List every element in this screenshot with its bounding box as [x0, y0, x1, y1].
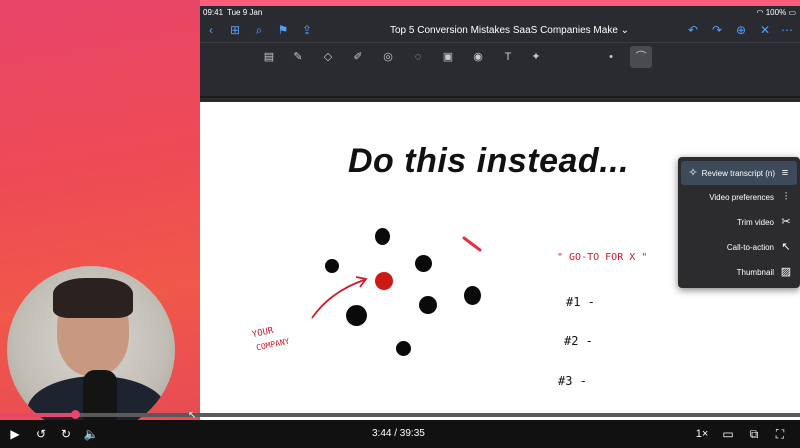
selected-stroke-button[interactable]: ⌒: [630, 46, 652, 68]
menu-item-label: Call-to-action: [726, 243, 774, 252]
undo-icon[interactable]: ↶: [686, 23, 700, 37]
competitor-dot: [396, 341, 411, 356]
status-time: 09:41: [203, 8, 224, 17]
image-icon: ▨: [780, 266, 792, 278]
your-label-line1: YOUR: [251, 325, 275, 341]
competitor-dot: [415, 255, 432, 272]
back-icon[interactable]: ‹: [204, 23, 218, 37]
share-icon[interactable]: ⇪: [300, 23, 314, 37]
menu-item-trim-video[interactable]: Trim video ✂: [678, 210, 800, 234]
lines-icon: ≡: [781, 167, 789, 179]
reader-icon[interactable]: ▤: [261, 49, 277, 65]
text-tool-icon[interactable]: T: [500, 49, 516, 65]
highlighter-icon[interactable]: ✐: [350, 49, 366, 65]
menu-item-review-transcript[interactable]: ✧ Review transcript (n) ≡: [681, 161, 797, 185]
laser-stroke: [462, 236, 482, 252]
presenter-hair: [53, 278, 133, 318]
rewind-5-icon[interactable]: ↺: [32, 425, 50, 443]
status-bar: 09:41 Tue 9 Jan ◠ 100% ▭: [200, 6, 800, 20]
pen-size-dot-icon[interactable]: •: [603, 49, 619, 65]
forward-5-icon[interactable]: ↻: [57, 425, 75, 443]
document-title[interactable]: Top 5 Conversion Mistakes SaaS Companies…: [390, 25, 629, 36]
search-icon[interactable]: ⌕: [252, 23, 266, 37]
competitor-dot: [464, 286, 481, 305]
pen-icon[interactable]: ✎: [290, 49, 306, 65]
battery-icon: ▭: [788, 8, 796, 17]
volume-icon[interactable]: 🔈: [82, 425, 100, 443]
menu-item-thumbnail[interactable]: Thumbnail ▨: [678, 260, 800, 284]
list-item-1: #1 -: [566, 295, 595, 309]
menu-item-label: Review transcript (n): [701, 169, 775, 178]
drawing-toolbar: ▤ ✎ ◇ ✐ ◎ ◌ ▣ ◉ T ✦ • ⌒: [200, 42, 800, 71]
fullscreen-icon[interactable]: ⛶: [771, 425, 789, 443]
playback-speed[interactable]: 1×: [690, 425, 714, 443]
close-icon[interactable]: ✕: [758, 23, 772, 37]
your-label-line2: COMPANY: [255, 336, 291, 353]
arrow-to-company: [311, 276, 368, 319]
play-icon[interactable]: ▶: [6, 425, 24, 443]
theater-mode-icon[interactable]: ▭: [719, 425, 737, 443]
scissors-icon: ✂: [781, 216, 791, 228]
redo-icon[interactable]: ↷: [710, 23, 724, 37]
picture-in-picture-icon[interactable]: ⧉: [745, 425, 763, 443]
menu-item-label: Thumbnail: [736, 268, 774, 277]
bookmark-icon[interactable]: ⚑: [276, 23, 290, 37]
menu-item-label: Video preferences: [709, 193, 774, 202]
goto-label: " GO-TO FOR X ": [557, 252, 648, 263]
status-date: Tue 9 Jan: [227, 8, 263, 17]
competitor-dot: [375, 228, 390, 245]
competitor-dot: [419, 296, 437, 314]
menu-item-call-to-action[interactable]: Call-to-action ↖: [678, 235, 800, 259]
eraser-icon[interactable]: ◇: [320, 49, 336, 65]
page-headline: Do this instead...: [348, 142, 630, 180]
shapes-icon[interactable]: ◎: [380, 49, 396, 65]
progress-track[interactable]: [0, 413, 800, 417]
stroke-style-icon: ⌒: [635, 51, 647, 63]
list-item-3: #3 -: [558, 374, 587, 388]
wifi-icon: ◠: [756, 8, 764, 17]
sliders-icon: ⫶: [784, 191, 788, 203]
lasso-icon[interactable]: ◌: [410, 49, 426, 65]
more-icon[interactable]: ⋯: [780, 23, 794, 37]
menu-item-label: Trim video: [736, 218, 774, 227]
laser-pointer-icon[interactable]: ✦: [528, 49, 544, 65]
progress-fill: [0, 413, 76, 417]
sparkle-transcript-icon: ✧: [688, 167, 698, 179]
nav-bar: ‹ ⊞ ⌕ ⚑ ⇪ Top 5 Conversion Mistakes SaaS…: [200, 20, 800, 42]
grid-icon[interactable]: ⊞: [228, 23, 242, 37]
add-page-icon[interactable]: ⊕: [734, 23, 748, 37]
camera-icon[interactable]: ◉: [470, 49, 486, 65]
webcam-bubble[interactable]: [7, 266, 175, 434]
page-gap: [200, 70, 800, 96]
status-right: ◠ 100% ▭: [757, 8, 796, 17]
battery-percent: 100%: [765, 8, 787, 17]
cursor-click-icon: ↖: [781, 241, 791, 253]
time-readout: 3:44 / 39:35: [372, 428, 425, 439]
list-item-2: #2 -: [564, 334, 593, 348]
image-tool-icon[interactable]: ▣: [440, 49, 456, 65]
video-options-menu: ✧ Review transcript (n) ≡ Video preferen…: [678, 157, 800, 288]
menu-item-video-preferences[interactable]: Video preferences ⫶: [678, 185, 800, 209]
